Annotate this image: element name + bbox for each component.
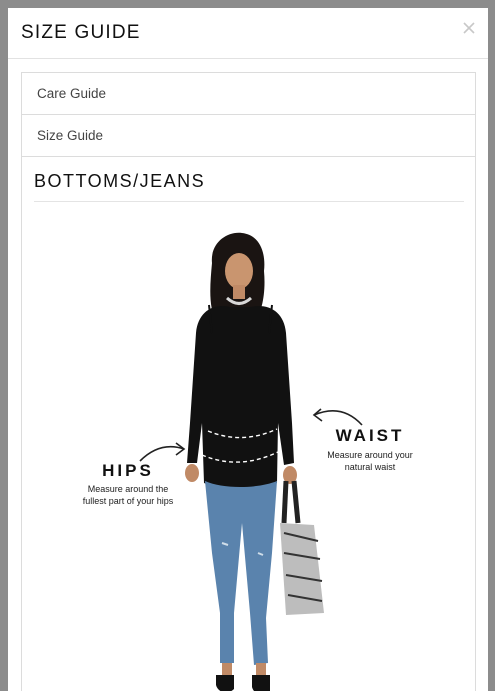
modal-title: SIZE GUIDE <box>21 22 141 43</box>
size-guide-modal: SIZE GUIDE Care Guide Size Guide BOTTOMS… <box>8 8 488 691</box>
tab-size-guide-label: Size Guide <box>37 128 104 143</box>
tab-size-guide[interactable]: Size Guide <box>22 115 475 157</box>
section-title: BOTTOMS/JEANS <box>34 171 206 191</box>
waist-title: WAIST <box>335 426 405 445</box>
hips-description-line-2: fullest part of your hips <box>82 496 174 506</box>
close-icon <box>463 22 475 34</box>
tab-care-guide-label: Care Guide <box>37 86 107 101</box>
hips-title: HIPS <box>102 461 154 480</box>
tab-care-guide[interactable]: Care Guide <box>22 73 475 115</box>
waist-description-line-2: natural waist <box>344 462 396 472</box>
modal-header: SIZE GUIDE <box>8 8 488 59</box>
size-guide-panel: Care Guide Size Guide BOTTOMS/JEANS HIPS… <box>21 72 476 691</box>
waist-description-line-1: Measure around your <box>327 450 413 460</box>
hips-description: Measure around the fullest part of your … <box>70 483 186 507</box>
hips-description-line-1: Measure around the <box>87 484 169 494</box>
waist-description: Measure around your natural waist <box>320 449 420 473</box>
section-divider <box>34 201 464 202</box>
close-button[interactable] <box>461 20 477 36</box>
